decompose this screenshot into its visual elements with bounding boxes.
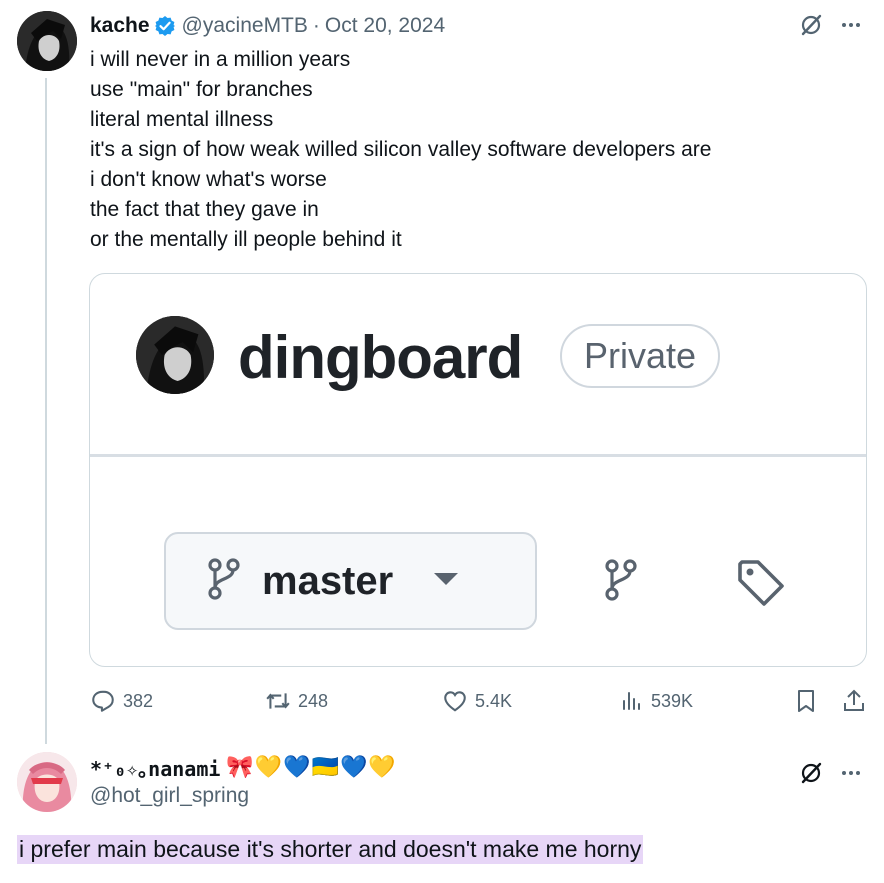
repo-name: dingboard [238,324,523,391]
caret-down-icon [433,572,459,591]
tweet-line: literal mental illness [90,108,274,131]
thread-line [45,78,47,744]
card-divider [90,454,866,457]
bookmark-icon [798,690,814,712]
verified-badge-icon [154,15,176,37]
tweet-date[interactable]: Oct 20, 2024 [325,14,445,38]
heart-icon [444,691,466,712]
repost-count: 248 [298,690,329,711]
reply-text: i prefer main because it's shorter and d… [17,835,644,864]
tweet-top-actions [798,12,864,38]
repost-button[interactable]: 248 [265,684,328,718]
tag-icon [736,558,786,613]
grok-icon[interactable] [798,760,824,786]
grok-icon[interactable] [798,12,824,38]
tweet-line: it's a sign of how weak willed silicon v… [90,138,712,161]
reply-author-avatar[interactable] [17,752,77,812]
tweet-line: i will never in a million years [90,48,351,71]
reply-icon [92,690,114,712]
bookmark-button[interactable] [794,684,818,718]
branch-name: master [262,558,394,603]
repost-icon [266,693,290,709]
author-handle[interactable]: @yacineMTB [182,14,308,38]
reply-top-actions [798,760,864,786]
repo-avatar [136,316,214,394]
reply-author-name[interactable]: *⁺₀✧｡nanami [90,753,220,782]
tweet-header: kache @yacineMTB · Oct 20, 2024 [90,12,445,40]
visibility-badge: Private [560,324,721,388]
tweet-action-bar: 382 248 5.4K 539K [90,684,866,718]
share-icon [844,689,864,711]
reply-name-emoji: 🎀💛💙🇺🇦💙💛 [226,754,397,780]
tweet-line: use "main" for branches [90,78,313,101]
share-button[interactable] [842,684,866,718]
more-icon[interactable] [838,12,864,38]
author-name[interactable]: kache [90,14,150,38]
tweet-line: i don't know what's worse [90,168,327,191]
views-button[interactable]: 539K [620,684,693,718]
reply-author-handle[interactable]: @hot_girl_spring [90,784,249,808]
git-branch-icon [208,557,240,605]
author-avatar[interactable] [17,11,77,71]
reply-header: *⁺₀✧｡nanami 🎀💛💙🇺🇦💙💛 [90,752,397,782]
like-count: 5.4K [475,690,513,711]
tweet-line: or the mentally ill people behind it [90,228,402,251]
reply-button[interactable]: 382 [90,684,153,718]
branch-selector-button: master [164,532,537,630]
views-count: 539K [651,690,694,711]
tweet-line: the fact that they gave in [90,198,319,221]
views-icon [623,692,640,710]
git-branch-icon [605,558,637,607]
separator-dot: · [312,14,320,37]
tweet-text: i will never in a million years use "mai… [90,45,860,255]
more-icon[interactable] [838,760,864,786]
media-card[interactable]: dingboard Private master [89,273,867,667]
like-button[interactable]: 5.4K [442,684,512,718]
reply-count: 382 [123,690,154,711]
